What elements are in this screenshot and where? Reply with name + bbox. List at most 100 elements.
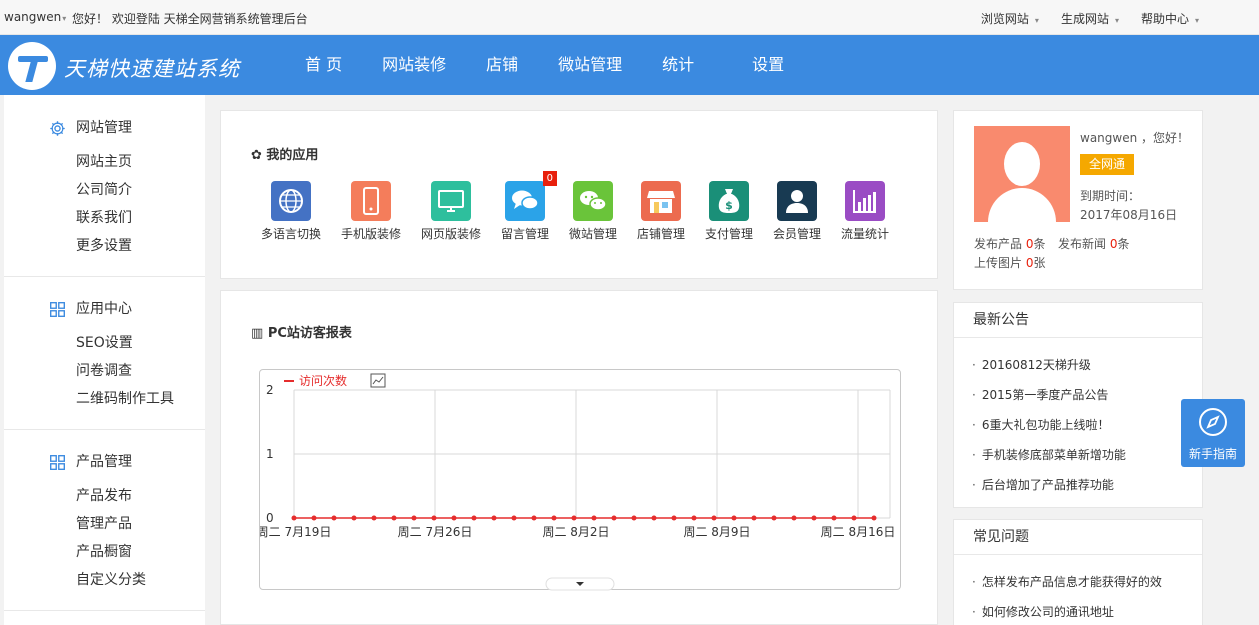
stat-products[interactable]: 发布产品 0条: [974, 235, 1046, 252]
x-tick-label: 周二 7月26日: [398, 525, 473, 539]
sidebar-item-more-settings[interactable]: 更多设置: [4, 232, 205, 260]
chart-legend[interactable]: 访问次数: [284, 373, 347, 388]
stat-news[interactable]: 发布新闻 0条: [1058, 235, 1130, 252]
app-payment[interactable]: $ 支付管理: [695, 181, 763, 242]
data-point[interactable]: [431, 515, 437, 521]
store-icon: [641, 181, 681, 221]
app-mobile-decoration[interactable]: 手机版装修: [331, 181, 411, 242]
y-tick-label: 1: [266, 447, 274, 461]
data-point[interactable]: [391, 515, 397, 521]
sidebar-group-site: 网站管理 网站主页 公司简介 联系我们 更多设置: [4, 95, 205, 277]
data-point[interactable]: [691, 515, 697, 521]
user-greeting: wangwen ，您好！: [1080, 131, 1190, 145]
data-point[interactable]: [591, 515, 597, 521]
notice-item[interactable]: 2015第一季度产品公告: [954, 380, 1202, 410]
app-members[interactable]: 会员管理: [763, 181, 831, 242]
faq-item[interactable]: 如何修改公司的通讯地址: [954, 597, 1202, 625]
data-point[interactable]: [471, 515, 477, 521]
sidebar-group-title[interactable]: 应用中心: [4, 289, 205, 329]
logo-icon[interactable]: [8, 42, 56, 90]
x-tick-label: 周二 7月19日: [260, 525, 331, 539]
brand-name[interactable]: 天梯快速建站系统: [64, 53, 240, 83]
sidebar-item-company-intro[interactable]: 公司简介: [4, 176, 205, 204]
nav-settings[interactable]: 设置: [732, 35, 804, 95]
data-point[interactable]: [531, 515, 537, 521]
sidebar-group-title[interactable]: 产品管理: [4, 442, 205, 482]
beginner-guide-button[interactable]: 新手指南: [1181, 399, 1245, 467]
data-point[interactable]: [571, 515, 577, 521]
data-point[interactable]: [651, 515, 657, 521]
data-point[interactable]: [671, 515, 677, 521]
data-point[interactable]: [791, 515, 797, 521]
app-web-decoration[interactable]: 网页版装修: [411, 181, 491, 242]
user-info-panel: wangwen ，您好！ 全网通 到期时间： 2017年08月16日 发布产品 …: [953, 110, 1203, 290]
browse-site-link[interactable]: 浏览网站 ▾: [981, 10, 1039, 27]
data-point[interactable]: [311, 515, 317, 521]
data-point[interactable]: [711, 515, 717, 521]
help-center-link[interactable]: 帮助中心 ▾: [1141, 10, 1199, 27]
notice-item[interactable]: 20160812天梯升级: [954, 350, 1202, 380]
plan-badge: 全网通: [1080, 154, 1135, 175]
username: wangwen: [4, 10, 62, 24]
sidebar-item-custom-category[interactable]: 自定义分类: [4, 566, 205, 594]
data-point[interactable]: [331, 515, 337, 521]
notice-item[interactable]: 后台增加了产品推荐功能: [954, 470, 1202, 500]
data-point[interactable]: [491, 515, 497, 521]
notice-item[interactable]: 手机装修底部菜单新增功能: [954, 440, 1202, 470]
data-point[interactable]: [611, 515, 617, 521]
bar-chart-icon: ▥: [251, 326, 268, 341]
sidebar-item-qrcode[interactable]: 二维码制作工具: [4, 385, 205, 413]
app-multilanguage[interactable]: 多语言切换: [251, 181, 331, 242]
data-point[interactable]: [451, 515, 457, 521]
data-point[interactable]: [851, 515, 857, 521]
data-point[interactable]: [551, 515, 557, 521]
faq-item[interactable]: 怎样发布产品信息才能获得好的效: [954, 567, 1202, 597]
data-point[interactable]: [511, 515, 517, 521]
data-point[interactable]: [291, 515, 297, 521]
line-chart-toggle-icon[interactable]: [370, 373, 386, 388]
data-point[interactable]: [751, 515, 757, 521]
message-count-badge: 0: [542, 171, 557, 186]
chevron-down-icon: ▾: [1034, 16, 1039, 25]
wechat-icon: [573, 181, 613, 221]
data-point[interactable]: [831, 515, 837, 521]
nav-statistics[interactable]: 统计: [642, 35, 732, 95]
data-point[interactable]: [871, 515, 877, 521]
sidebar-group-title[interactable]: 网站管理: [4, 108, 205, 148]
sidebar-item-manage-products[interactable]: 管理产品: [4, 510, 205, 538]
sidebar-item-home[interactable]: 网站主页: [4, 148, 205, 176]
avatar[interactable]: [974, 126, 1070, 222]
data-point[interactable]: [351, 515, 357, 521]
generate-site-link[interactable]: 生成网站 ▾: [1061, 10, 1119, 27]
mobile-icon: [351, 181, 391, 221]
sidebar-item-survey[interactable]: 问卷调查: [4, 357, 205, 385]
data-point[interactable]: [731, 515, 737, 521]
sidebar-item-seo[interactable]: SEO设置: [4, 329, 205, 357]
stat-images[interactable]: 上传图片 0张: [974, 254, 1046, 271]
chart-collapse-button[interactable]: [545, 577, 615, 591]
gear-icon: ✿: [251, 148, 267, 163]
notice-item[interactable]: 6重大礼包功能上线啦！: [954, 410, 1202, 440]
data-point[interactable]: [811, 515, 817, 521]
data-point[interactable]: [771, 515, 777, 521]
welcome-text: 您好！ 欢迎登陆 天梯全网营销系统管理后台: [72, 12, 308, 26]
nav-site-decoration[interactable]: 网站装修: [362, 35, 466, 95]
nav-home[interactable]: 首 页: [285, 35, 362, 95]
app-traffic-stats[interactable]: 流量统计: [831, 181, 899, 242]
money-bag-icon: $: [709, 181, 749, 221]
app-store-management[interactable]: 店铺管理: [627, 181, 695, 242]
sidebar-item-product-publish[interactable]: 产品发布: [4, 482, 205, 510]
app-micro-site[interactable]: 微站管理: [559, 181, 627, 242]
gear-icon: [50, 121, 65, 136]
sidebar-item-product-showcase[interactable]: 产品橱窗: [4, 538, 205, 566]
data-point[interactable]: [411, 515, 417, 521]
data-point[interactable]: [371, 515, 377, 521]
app-messages[interactable]: 0 留言管理: [491, 171, 559, 242]
nav-store[interactable]: 店铺: [466, 35, 538, 95]
sidebar-group-products: 产品管理 产品发布 管理产品 产品橱窗 自定义分类: [4, 430, 205, 611]
nav-micro-site[interactable]: 微站管理: [538, 35, 642, 95]
expire-date: 2017年08月16日: [1080, 208, 1178, 222]
user-menu[interactable]: wangwen▾: [4, 10, 66, 24]
sidebar-item-contact[interactable]: 联系我们: [4, 204, 205, 232]
data-point[interactable]: [631, 515, 637, 521]
